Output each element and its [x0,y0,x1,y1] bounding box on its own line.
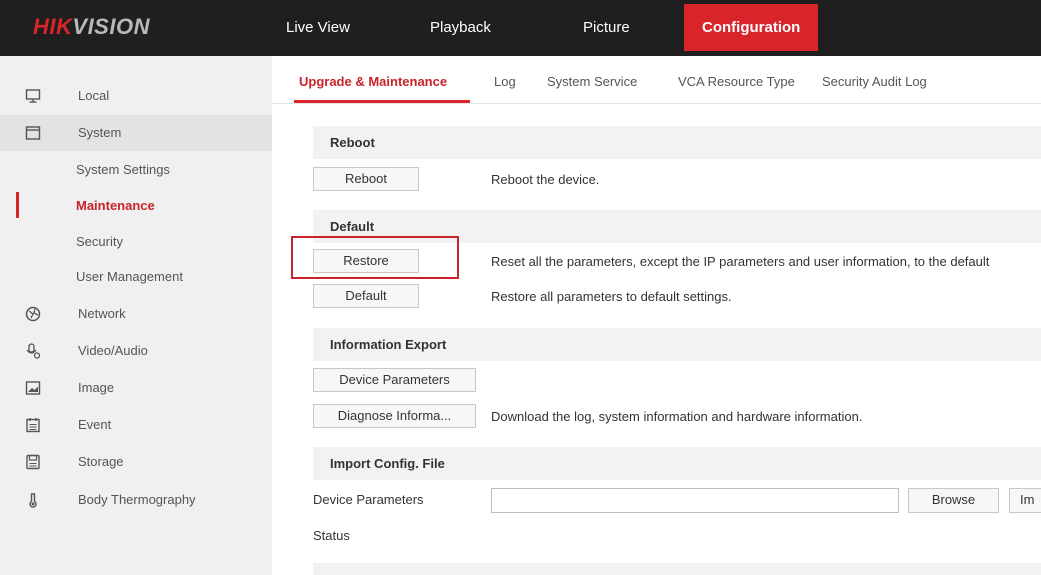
sidebar-item-body-thermography[interactable]: Body Thermography [0,482,272,518]
reboot-description: Reboot the device. [491,172,600,187]
sidebar-item-label: Event [78,417,112,432]
tab-system-service[interactable]: System Service [547,74,637,89]
sidebar-item-storage[interactable]: Storage [0,444,272,480]
image-icon [25,381,41,395]
device-parameters-export-button[interactable]: Device Parameters [313,368,476,392]
tab-log[interactable]: Log [494,74,516,89]
mic-icon [26,343,41,359]
sidebar-item-user-management[interactable]: User Management [0,259,272,295]
window-icon [25,126,41,140]
sidebar-item-event[interactable]: Event [0,407,272,443]
disk-icon [26,454,40,470]
sidebar-item-system[interactable]: System [0,115,272,151]
sidebar-item-label: Body Thermography [78,492,196,507]
default-description: Restore all parameters to default settin… [491,289,732,304]
section-title: Reboot [330,135,375,150]
tab-vca-resource-type[interactable]: VCA Resource Type [678,74,795,89]
restore-description: Reset all the parameters, except the IP … [491,254,990,269]
section-information-export: Information Export [313,328,1041,361]
sidebar-item-system-settings[interactable]: System Settings [0,152,272,188]
diagnose-description: Download the log, system information and… [491,409,863,424]
sidebar-item-image[interactable]: Image [0,370,272,406]
nav-picture[interactable]: Picture [583,0,630,56]
reboot-button[interactable]: Reboot [313,167,419,191]
sidebar-item-label: Network [78,306,126,321]
section-next-partial [313,563,1041,575]
tab-security-audit-log[interactable]: Security Audit Log [822,74,927,89]
tab-upgrade-maintenance[interactable]: Upgrade & Maintenance [299,74,447,89]
calendar-icon [26,418,40,433]
logo-part2: VISION [72,14,150,39]
browse-button[interactable]: Browse [908,488,999,513]
sidebar: Local System System Settings Maintenance… [0,56,272,575]
section-title: Default [330,219,375,234]
sidebar-item-local[interactable]: Local [0,78,272,114]
import-file-path-input[interactable] [491,488,899,513]
hikvision-logo: HIKVISION [33,14,150,40]
sidebar-item-label: Video/Audio [78,343,148,358]
section-title: Import Config. File [330,456,445,471]
thermometer-icon [29,493,37,508]
top-navigation-bar: HIKVISION Live View Playback Picture Con… [0,0,1041,56]
nav-live-view[interactable]: Live View [286,0,350,56]
sidebar-item-video-audio[interactable]: Video/Audio [0,333,272,369]
sidebar-item-label: Security [76,234,123,249]
sidebar-item-label: System [78,125,122,140]
status-label: Status [313,528,350,543]
restore-button[interactable]: Restore [313,249,419,273]
diagnose-information-button[interactable]: Diagnose Informa... [313,404,476,428]
sidebar-item-label: User Management [76,269,183,284]
section-import-config: Import Config. File [313,447,1041,480]
active-tab-indicator [294,100,470,103]
section-title: Information Export [330,337,447,352]
sidebar-item-security[interactable]: Security [0,224,272,260]
section-reboot: Reboot [313,126,1041,159]
tab-bar: Upgrade & Maintenance Log System Service… [272,56,1041,104]
nav-playback[interactable]: Playback [430,0,491,56]
sidebar-item-maintenance[interactable]: Maintenance [0,188,272,224]
sidebar-item-network[interactable]: Network [0,296,272,332]
monitor-icon [25,89,41,103]
logo-part1: HIK [33,14,73,39]
sidebar-item-label: Local [78,88,110,103]
sidebar-item-label: Image [78,380,115,395]
device-parameters-label: Device Parameters [313,492,424,507]
import-button[interactable]: Im [1009,488,1041,513]
sidebar-item-label: System Settings [76,162,170,177]
globe-icon [25,306,41,322]
sidebar-item-label: Storage [78,454,124,469]
default-button[interactable]: Default [313,284,419,308]
nav-configuration[interactable]: Configuration [684,4,819,51]
sidebar-item-label: Maintenance [76,198,155,213]
